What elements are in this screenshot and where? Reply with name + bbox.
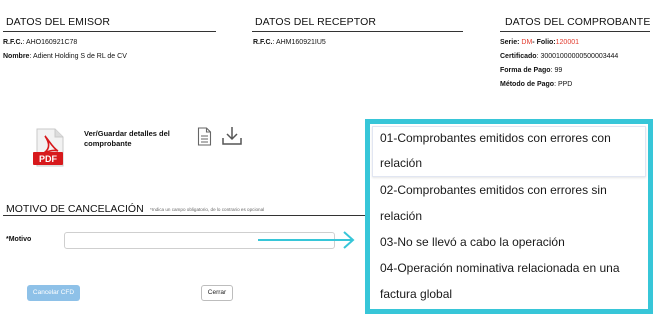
motivo-divider: [3, 215, 365, 216]
emisor-nombre-value: : Adient Holding S de RL de CV: [29, 53, 127, 60]
receptor-rfc-value: : AHM160921IU5: [272, 39, 326, 46]
option-01-line2[interactable]: relación: [380, 151, 422, 176]
arrow-right-icon: [258, 231, 355, 249]
serie-label: Serie: [500, 39, 518, 46]
certificado-value: : 30001000000500003444: [536, 53, 619, 60]
document-icon[interactable]: [197, 127, 212, 146]
comprobante-certificado: Certificado: 30001000000500003444: [500, 52, 618, 61]
required-note: *Indica un campo obligatorio, de lo cont…: [150, 207, 265, 212]
option-03[interactable]: 03-No se llevó a cabo la operación: [380, 230, 565, 255]
download-icon[interactable]: [221, 126, 243, 146]
motivo-title: MOTIVO DE CANCELACIÓN: [6, 203, 144, 215]
emisor-nombre-label: Nombre: [3, 53, 30, 60]
comprobante-metodo-pago: Método de Pago: PPD: [500, 80, 572, 89]
emisor-rfc: R.F.C.: AHO160921C78: [3, 38, 77, 47]
emisor-rfc-value: : AHO160921C78: [22, 39, 78, 46]
comprobante-heading: DATOS DEL COMPROBANTE: [505, 16, 651, 28]
receptor-heading: DATOS DEL RECEPTOR: [255, 16, 377, 28]
view-save-details-label[interactable]: Ver/Guardar detalles del comprobante: [84, 129, 194, 149]
comprobante-forma-pago: Forma de Pago: 99: [500, 66, 562, 75]
comprobante-serie-folio: Serie: DM- Folio:120001: [500, 38, 579, 47]
receptor-divider: [252, 31, 463, 32]
option-04-line1[interactable]: 04-Operación nominativa relacionada en u…: [380, 256, 620, 281]
emisor-nombre: Nombre: Adient Holding S de RL de CV: [3, 52, 127, 61]
option-01-line1[interactable]: 01-Comprobantes emitidos con errores con: [380, 126, 611, 151]
emisor-divider: [3, 31, 216, 32]
receptor-rfc: R.F.C.: AHM160921IU5: [253, 38, 326, 47]
comprobante-divider: [500, 31, 650, 32]
serie-value: DM: [521, 39, 533, 46]
folio-value: 120001: [555, 39, 579, 46]
forma-pago-value: : 99: [550, 67, 563, 74]
motivo-label: *Motivo: [6, 236, 32, 243]
receptor-rfc-label: R.F.C.: [253, 39, 273, 46]
certificado-label: Certificado: [500, 53, 537, 60]
option-04-line2[interactable]: factura global: [380, 282, 452, 307]
option-02-line2[interactable]: relación: [380, 204, 422, 229]
pdf-icon-text: PDF: [39, 154, 58, 164]
folio-label: - Folio: [532, 39, 554, 46]
pdf-icon[interactable]: PDF: [33, 128, 67, 168]
forma-pago-label: Forma de Pago: [500, 67, 551, 74]
metodo-pago-value: : PPD: [554, 81, 573, 88]
option-02-line1[interactable]: 02-Comprobantes emitidos con errores sin: [380, 178, 607, 203]
emisor-rfc-label: R.F.C.: [3, 39, 23, 46]
cancel-cfd-button[interactable]: Cancelar CFD: [27, 285, 80, 301]
emisor-heading: DATOS DEL EMISOR: [6, 16, 111, 28]
metodo-pago-label: Método de Pago: [500, 81, 555, 88]
close-button[interactable]: Cerrar: [201, 285, 233, 301]
motivo-options-list: 01-Comprobantes emitidos con errores con…: [365, 119, 653, 314]
